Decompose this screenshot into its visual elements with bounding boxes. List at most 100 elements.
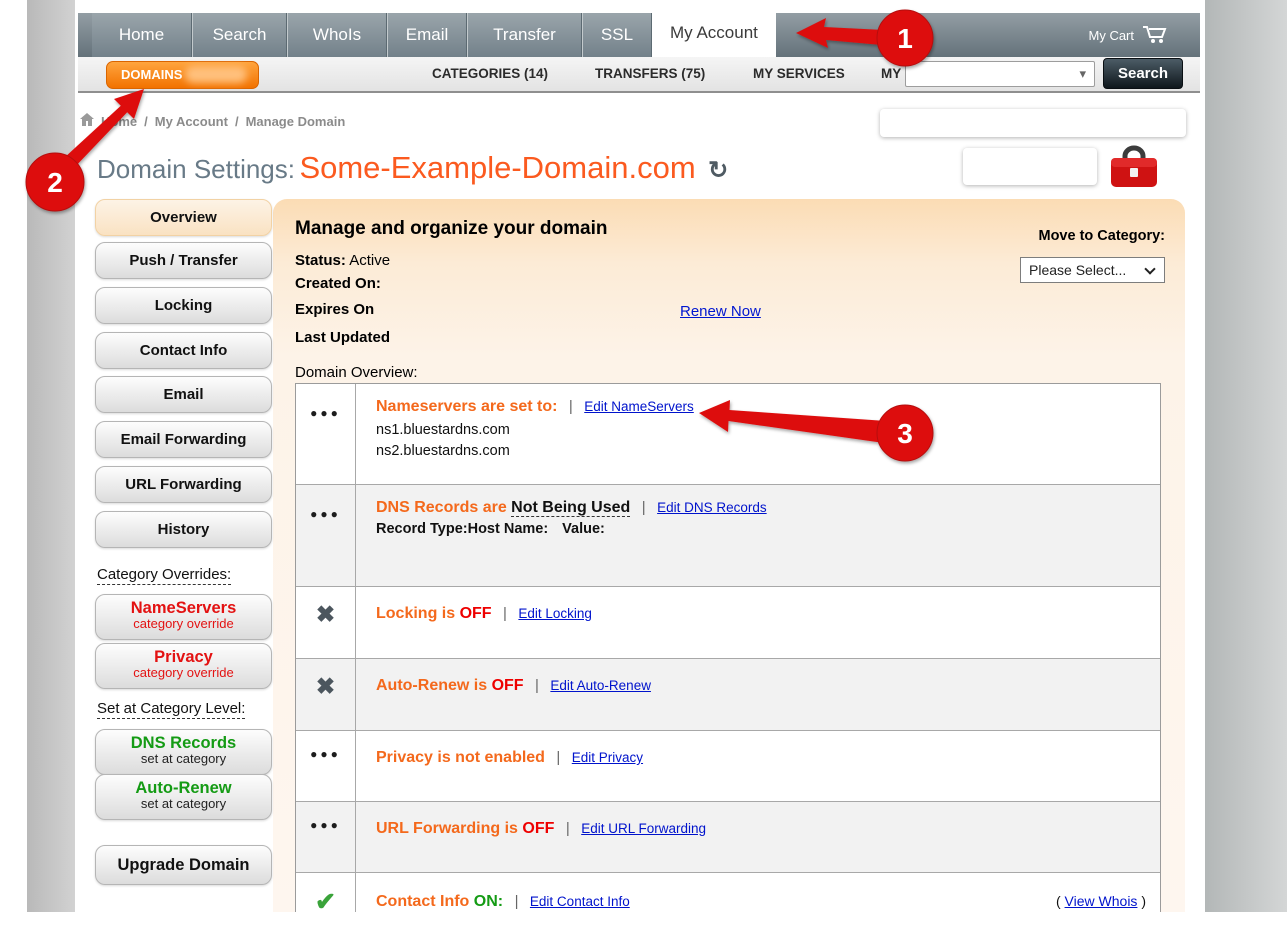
- row-nameservers: ●●● Nameservers are set to: | Edit NameS…: [296, 384, 1160, 484]
- paren: ): [1141, 893, 1146, 909]
- sidebar-dns-records-button[interactable]: DNS Records set at category: [95, 729, 272, 775]
- breadcrumb: Home / My Account / Manage Domain: [80, 113, 345, 129]
- nav-tab-ssl[interactable]: SSL: [582, 13, 652, 57]
- nameserver-1: ns1.bluestardns.com: [376, 420, 1160, 441]
- autorenew-off-status: OFF: [492, 677, 524, 694]
- separator: |: [642, 499, 646, 516]
- sidebar-tab-url-forwarding[interactable]: URL Forwarding: [95, 466, 272, 503]
- row-title: Contact Info: [376, 893, 469, 910]
- chevron-down-icon: ▾: [1079, 66, 1086, 82]
- value-header: Value:: [562, 521, 605, 537]
- dns-not-used-status: Not Being Used: [511, 499, 630, 517]
- manage-heading: Manage and organize your domain: [295, 218, 608, 240]
- renew-now-link[interactable]: Renew Now: [680, 303, 761, 320]
- category-select[interactable]: Please Select...: [1020, 257, 1165, 283]
- options-dots-icon: ●●●: [310, 507, 341, 521]
- sidebar-tab-locking[interactable]: Locking: [95, 287, 272, 324]
- host-name-header: Host Name:: [468, 521, 549, 537]
- separator: |: [556, 749, 560, 766]
- breadcrumb-home[interactable]: Home: [101, 114, 137, 129]
- redacted-box: [880, 109, 1186, 137]
- edit-privacy-link[interactable]: Edit Privacy: [572, 750, 643, 765]
- subnav-transfers[interactable]: TRANSFERS (75): [595, 57, 705, 91]
- edit-autorenew-link[interactable]: Edit Auto-Renew: [550, 678, 651, 693]
- expires-on-label: Expires On: [295, 301, 374, 318]
- nameservers-override-title: NameServers: [96, 599, 271, 617]
- options-dots-icon: ●●●: [310, 406, 341, 420]
- edit-dns-records-link[interactable]: Edit DNS Records: [657, 500, 767, 515]
- my-cart-label: My Cart: [1089, 28, 1135, 43]
- row-locking: ✖ Locking is OFF | Edit Locking: [296, 586, 1160, 658]
- privacy-override-subtitle: category override: [96, 666, 271, 680]
- privacy-override-title: Privacy: [96, 648, 271, 666]
- edit-url-forwarding-link[interactable]: Edit URL Forwarding: [581, 821, 706, 836]
- search-button[interactable]: Search: [1103, 58, 1183, 89]
- row-url-forwarding: ●●● URL Forwarding is OFF | Edit URL For…: [296, 801, 1160, 872]
- sidebar-tab-history[interactable]: History: [95, 511, 272, 548]
- sidebar-nameservers-override-button[interactable]: NameServers category override: [95, 594, 272, 640]
- sidebar-tab-overview[interactable]: Overview: [95, 199, 272, 236]
- cart-icon: [1142, 24, 1168, 47]
- nameservers-override-subtitle: category override: [96, 617, 271, 631]
- x-off-icon: ✖: [316, 601, 335, 627]
- row-title: Privacy is not enabled: [376, 749, 545, 766]
- subnav-categories[interactable]: CATEGORIES (14): [432, 57, 548, 91]
- row-privacy: ●●● Privacy is not enabled | Edit Privac…: [296, 730, 1160, 801]
- nav-tab-my-account[interactable]: My Account: [652, 5, 776, 57]
- sidebar-tab-email[interactable]: Email: [95, 376, 272, 413]
- page-title-domain: Some-Example-Domain.com: [299, 150, 695, 185]
- paren: (: [1056, 893, 1061, 909]
- subnav-domains-button[interactable]: DOMAINS: [106, 61, 259, 89]
- edit-contact-info-link[interactable]: Edit Contact Info: [530, 894, 630, 909]
- desktop-background-left: [27, 0, 75, 912]
- edit-locking-link[interactable]: Edit Locking: [518, 606, 592, 621]
- row-auto-renew: ✖ Auto-Renew is OFF | Edit Auto-Renew: [296, 658, 1160, 730]
- domain-overview-table: ●●● Nameservers are set to: | Edit NameS…: [295, 383, 1161, 931]
- sidebar-tab-push-transfer[interactable]: Push / Transfer: [95, 242, 272, 279]
- autorenew-subtitle: set at category: [96, 797, 271, 811]
- nav-tab-search[interactable]: Search: [192, 13, 287, 57]
- sidebar-autorenew-button[interactable]: Auto-Renew set at category: [95, 774, 272, 820]
- separator: |: [569, 398, 573, 415]
- domains-label: DOMAINS: [121, 67, 182, 82]
- category-select-value: Please Select...: [1029, 262, 1126, 278]
- x-off-icon: ✖: [316, 673, 335, 699]
- my-cart-button[interactable]: My Cart: [1089, 24, 1169, 47]
- sidebar-tab-email-forwarding[interactable]: Email Forwarding: [95, 421, 272, 458]
- last-updated-label: Last Updated: [295, 329, 390, 346]
- nav-tab-home[interactable]: Home: [92, 13, 192, 57]
- category-overrides-heading: Category Overrides:: [97, 566, 231, 585]
- locking-off-status: OFF: [460, 605, 492, 622]
- sidebar-privacy-override-button[interactable]: Privacy category override: [95, 643, 272, 689]
- url-forwarding-off-status: OFF: [522, 820, 554, 837]
- breadcrumb-separator: /: [235, 114, 239, 129]
- nav-tab-email[interactable]: Email: [387, 13, 467, 57]
- nav-tab-whois[interactable]: WhoIs: [287, 13, 387, 57]
- options-dots-icon: ●●●: [310, 818, 341, 832]
- sidebar-tab-contact-info[interactable]: Contact Info: [95, 332, 272, 369]
- domain-search-combobox[interactable]: ▾: [905, 61, 1095, 87]
- refresh-icon[interactable]: ↻: [708, 157, 728, 184]
- sidebar-upgrade-domain-button[interactable]: Upgrade Domain: [95, 845, 272, 885]
- status-value: Active: [349, 252, 390, 269]
- row-title: Nameservers are set to:: [376, 398, 557, 415]
- page-title: Domain Settings: Some-Example-Domain.com…: [97, 150, 728, 186]
- breadcrumb-separator: /: [144, 114, 148, 129]
- page-cutoff-band: [0, 912, 1287, 931]
- domain-overview-label: Domain Overview:: [295, 364, 418, 381]
- edit-nameservers-link[interactable]: Edit NameServers: [584, 399, 694, 414]
- toolbox-icon[interactable]: [1108, 145, 1160, 196]
- dns-records-title: DNS Records: [96, 734, 271, 752]
- autorenew-title: Auto-Renew: [96, 779, 271, 797]
- dns-records-subtitle: set at category: [96, 752, 271, 766]
- screen: Home Search WhoIs Email Transfer SSL My …: [0, 0, 1287, 931]
- nav-tab-transfer[interactable]: Transfer: [467, 13, 582, 57]
- breadcrumb-my-account[interactable]: My Account: [155, 114, 228, 129]
- view-whois-link[interactable]: View Whois: [1065, 893, 1138, 909]
- separator: |: [535, 677, 539, 694]
- subnav-my-services[interactable]: MY SERVICES: [753, 57, 845, 91]
- row-title: Auto-Renew is: [376, 677, 487, 694]
- status-line: Status: Active: [295, 252, 390, 269]
- contact-info-on-status: ON:: [474, 893, 503, 910]
- page-title-prefix: Domain Settings:: [97, 154, 295, 184]
